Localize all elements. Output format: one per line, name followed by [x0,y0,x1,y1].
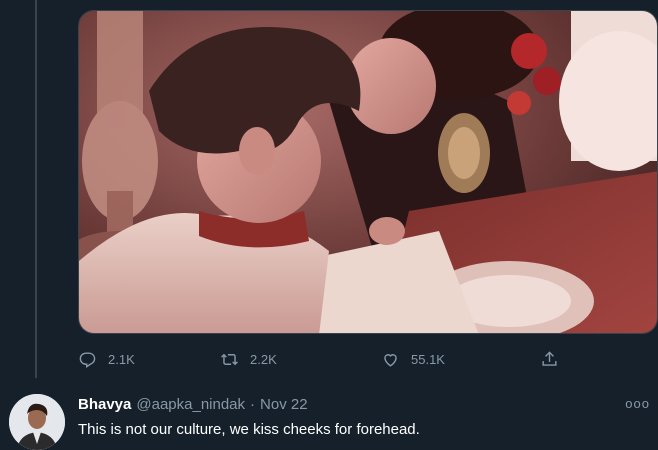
tweet-action-bar: 2.1K 2.2K 55.1K [78,344,578,374]
retweet-button[interactable]: 2.2K [220,344,277,374]
retweet-icon [221,353,238,365]
like-count: 55.1K [411,351,445,367]
timestamp[interactable]: Nov 22 [260,396,308,413]
timeline: 2.1K 2.2K 55.1K Bhavya @aapka_nindak · N… [0,0,658,450]
username[interactable]: @aapka_nindak [136,396,245,413]
reply-tweet[interactable]: Bhavya @aapka_nindak · Nov 22 ooo This i… [0,384,658,450]
avatar-photo [9,394,65,450]
avatar[interactable] [9,394,65,450]
share-icon [542,350,557,366]
reply-icon [79,351,96,368]
like-button[interactable]: 55.1K [381,344,445,374]
reply-count: 2.1K [108,351,135,367]
display-name[interactable]: Bhavya [78,396,131,413]
retweet-count: 2.2K [250,351,277,367]
heart-icon [384,353,397,367]
separator-dot: · [250,396,256,413]
share-button[interactable] [540,344,570,374]
photo-illustration [79,11,657,333]
reply-tweet-text: This is not our culture, we kiss cheeks … [78,421,420,438]
more-options-icon[interactable]: ooo [625,396,650,411]
reply-button[interactable]: 2.1K [78,344,135,374]
thread-connector-line [35,0,37,378]
tweet-photo[interactable] [78,10,658,334]
reply-tweet-header: Bhavya @aapka_nindak · Nov 22 [78,396,308,413]
